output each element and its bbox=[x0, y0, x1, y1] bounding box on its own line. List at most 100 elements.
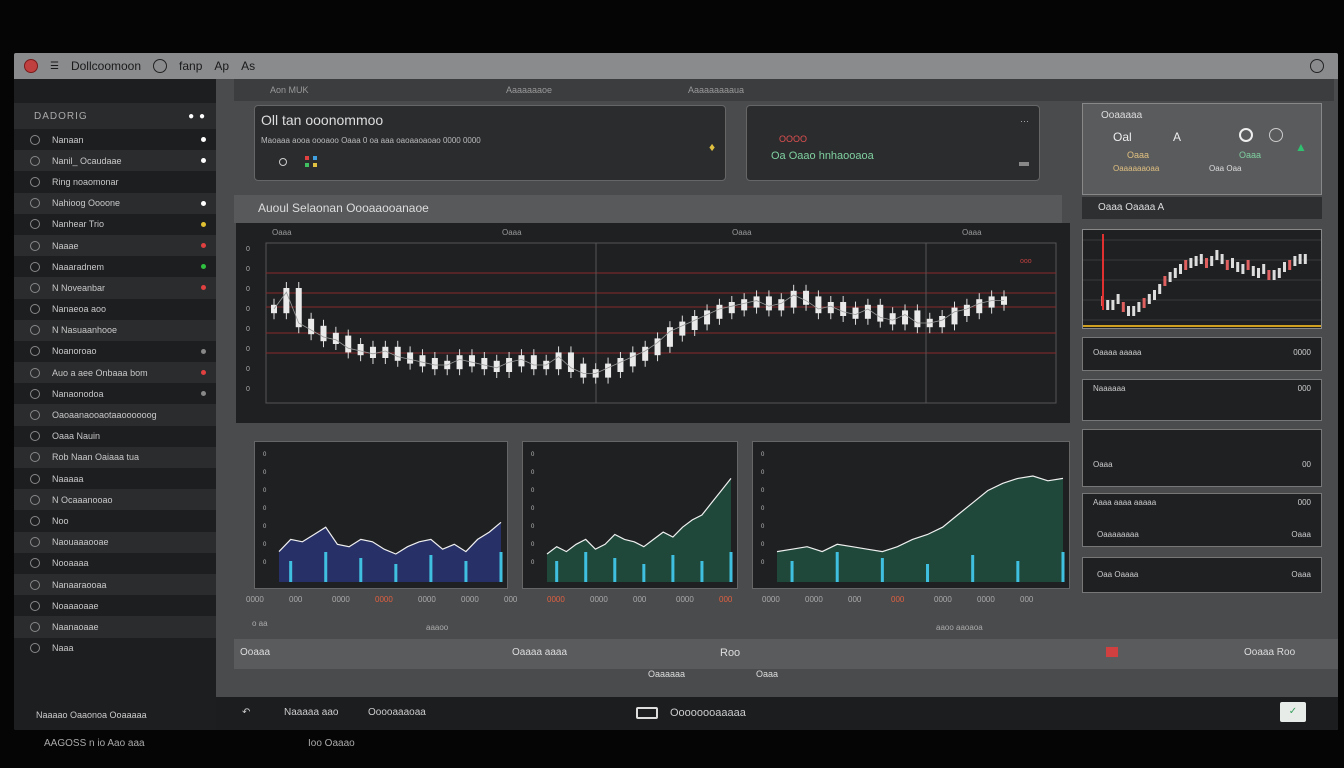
right-tab[interactable]: Oaaa Oaaaa A bbox=[1082, 197, 1322, 219]
right-candle bbox=[1262, 264, 1266, 274]
bottom-bar: Ooaaa Oaaaa aaaa Roo Oaaaaaa Oaaa Ooaaa … bbox=[234, 639, 1338, 679]
sidebar-options-icon[interactable]: ● ● bbox=[188, 111, 206, 122]
menu-item-1[interactable]: fanp bbox=[179, 59, 202, 73]
bottom-bar-left[interactable]: Ooaaa bbox=[240, 647, 270, 658]
sidebar-item[interactable]: Nanhear Trio bbox=[14, 214, 216, 235]
bottom-bar-mid[interactable]: Oaaaa aaaa bbox=[512, 647, 567, 658]
sidebar-item[interactable]: Nanaaraooaa bbox=[14, 573, 216, 596]
sidebar-item[interactable]: Naaaradnem bbox=[14, 256, 216, 277]
sidebar-item[interactable]: Noanoroao bbox=[14, 341, 216, 362]
sidebar-item[interactable]: Naaa bbox=[14, 638, 216, 659]
sidebar-item[interactable]: Naaae bbox=[14, 234, 216, 257]
sidebar-item[interactable]: Oaaa Nauin bbox=[14, 426, 216, 447]
sidebar-list: Nanaan Nanil_ Ocaudaae Ring noaomonar Nahio… bbox=[14, 129, 216, 659]
sidebar-item[interactable]: Naanaoaae bbox=[14, 616, 216, 638]
legend-yellow-icon bbox=[313, 163, 317, 167]
small-chart-y-tick: 0 bbox=[761, 524, 765, 530]
globe-icon[interactable] bbox=[153, 59, 168, 73]
menu-item-2[interactable]: Ap bbox=[214, 59, 229, 73]
small-chart-y-tick: 0 bbox=[761, 452, 765, 458]
sidebar-item[interactable]: N Nasuaanhooe bbox=[14, 319, 216, 341]
strip-label-3[interactable]: Aaaaaaaaaua bbox=[688, 85, 744, 95]
main-chart[interactable]: Oaaa Oaaa Oaaa Oaaa 0 0 0 0 0 0 0 0 ooo bbox=[236, 223, 1070, 423]
sidebar-item[interactable]: Nahioog Oooone bbox=[14, 192, 216, 214]
right-row-1[interactable]: Oaaaa aaaaa 0000 bbox=[1082, 337, 1322, 371]
axis-label: 0000 bbox=[676, 595, 694, 604]
sidebar-item[interactable]: Nanil_ Ocaudaae bbox=[14, 150, 216, 172]
right-candle bbox=[1173, 268, 1177, 278]
right-candle bbox=[1283, 262, 1286, 272]
settings-icon[interactable] bbox=[1239, 128, 1253, 142]
sidebar-item[interactable]: Naouaaaooae bbox=[14, 531, 216, 553]
right-summary-title: Ooaaaaa bbox=[1101, 110, 1143, 121]
sidebar-item-icon bbox=[30, 558, 40, 569]
sidebar-item[interactable]: Nooaaaa bbox=[14, 553, 216, 574]
volume-bar bbox=[671, 555, 675, 582]
right-row-3[interactable]: Oaaa 00 bbox=[1082, 429, 1322, 487]
candle-body bbox=[468, 355, 475, 367]
bottom-bar-right[interactable]: Ooaaa Roo bbox=[1244, 647, 1295, 658]
close-icon[interactable] bbox=[1310, 59, 1324, 73]
sidebar-item[interactable]: Auo a aee Onbaaa bom bbox=[14, 362, 216, 384]
confirm-button[interactable]: ✓ bbox=[1280, 702, 1306, 722]
alert-handle-icon[interactable] bbox=[1019, 162, 1029, 166]
right-candle bbox=[1231, 258, 1234, 268]
right-candle bbox=[1205, 258, 1208, 268]
sidebar-item[interactable]: Noaaaoaae bbox=[14, 595, 216, 616]
sidebar-item-label: N Nasuaanhooe bbox=[52, 325, 118, 336]
right-row-5-label: Oaaaaaaaa bbox=[1097, 530, 1139, 539]
candle-body bbox=[951, 307, 958, 325]
summary-card[interactable]: Oll tan ooonommoo Maoaaa aooa oooaoo Oaa… bbox=[254, 105, 726, 181]
small-chart-y-tick: 0 bbox=[761, 560, 765, 566]
sidebar-item[interactable]: Nanaan bbox=[14, 129, 216, 150]
sidebar-item[interactable]: Ring noaomonar bbox=[14, 171, 216, 192]
menu-icon[interactable]: ☰ bbox=[50, 61, 59, 72]
undo-icon[interactable]: ↶ bbox=[242, 707, 250, 718]
right-candle bbox=[1251, 266, 1255, 276]
sidebar-item[interactable]: Naaaaa bbox=[14, 468, 216, 489]
info-icon[interactable] bbox=[1269, 128, 1283, 142]
right-candle bbox=[1277, 268, 1281, 278]
volume-bar bbox=[499, 552, 503, 582]
right-candle bbox=[1142, 298, 1146, 308]
strip-label-1[interactable]: Aon MUK bbox=[270, 85, 309, 95]
candle-body bbox=[481, 358, 488, 370]
small-chart-y-tick: 0 bbox=[531, 452, 535, 458]
right-row-6[interactable]: Oaa Oaaaa Oaaa bbox=[1082, 557, 1322, 593]
sidebar-item[interactable]: Nanaonodoa bbox=[14, 383, 216, 404]
sidebar-item-label: Oaaa Nauin bbox=[52, 431, 101, 442]
strip-label-2[interactable]: Aaaaaaaoe bbox=[506, 85, 552, 95]
main-chart-frame bbox=[265, 242, 1057, 404]
small-chart-c[interactable]: 0 0 0 0 0 0 0 bbox=[752, 441, 1070, 589]
right-row-2[interactable]: Naaaaaa 000 bbox=[1082, 379, 1322, 421]
status-dot-icon bbox=[201, 285, 206, 291]
right-chart[interactable] bbox=[1082, 229, 1322, 329]
right-cell-2: A bbox=[1173, 130, 1182, 144]
right-summary[interactable]: Ooaaaaa Oal A ▲ Oaaa Oaaa Oaaaaaaoaa Oaa… bbox=[1082, 103, 1322, 195]
right-row-4[interactable]: Aaaa aaaa aaaaa 000 Oaaaaaaaa Oaaa bbox=[1082, 493, 1322, 547]
sidebar-item-icon bbox=[30, 282, 40, 293]
small-series-area bbox=[777, 476, 1063, 582]
small-chart-a[interactable]: 0 0 0 0 0 0 0 bbox=[254, 441, 508, 589]
below-axis-label-2: aaaoo bbox=[426, 623, 449, 632]
small-chart-b[interactable]: 0 0 0 0 0 0 0 bbox=[522, 441, 738, 589]
sidebar-item[interactable]: N Ocaaanooao bbox=[14, 489, 216, 511]
main-chart-y-tick: 0 bbox=[246, 386, 250, 393]
sidebar-item[interactable]: Noo bbox=[14, 510, 216, 531]
alert-menu-icon[interactable]: ⋯ bbox=[1020, 116, 1029, 127]
sidebar-item-label: Nanil_ Ocaudaae bbox=[52, 155, 122, 166]
candle-body bbox=[988, 296, 995, 308]
sidebar-item[interactable]: Rob Naan Oaiaaa tua bbox=[14, 446, 216, 468]
sidebar-item-label: N Ocaaanooao bbox=[52, 494, 113, 505]
alert-card[interactable]: OOOO Oa Oaao hnhaooaoa ⋯ bbox=[746, 105, 1040, 181]
volume-bar bbox=[464, 561, 468, 582]
lamp-icon: ♦ bbox=[709, 140, 716, 154]
sidebar-item-icon bbox=[30, 410, 40, 421]
sidebar-item[interactable]: Nanaeoa aoo bbox=[14, 299, 216, 320]
candle-body bbox=[827, 302, 834, 314]
right-candle bbox=[1303, 254, 1307, 264]
menu-item-3[interactable]: As bbox=[241, 59, 255, 73]
sidebar-item-label: Nanhear Trio bbox=[52, 219, 105, 230]
sidebar-item[interactable]: N Noveanbar bbox=[14, 277, 216, 299]
sidebar-item[interactable]: Oaoaanaooaotaaoooooog bbox=[14, 404, 216, 426]
